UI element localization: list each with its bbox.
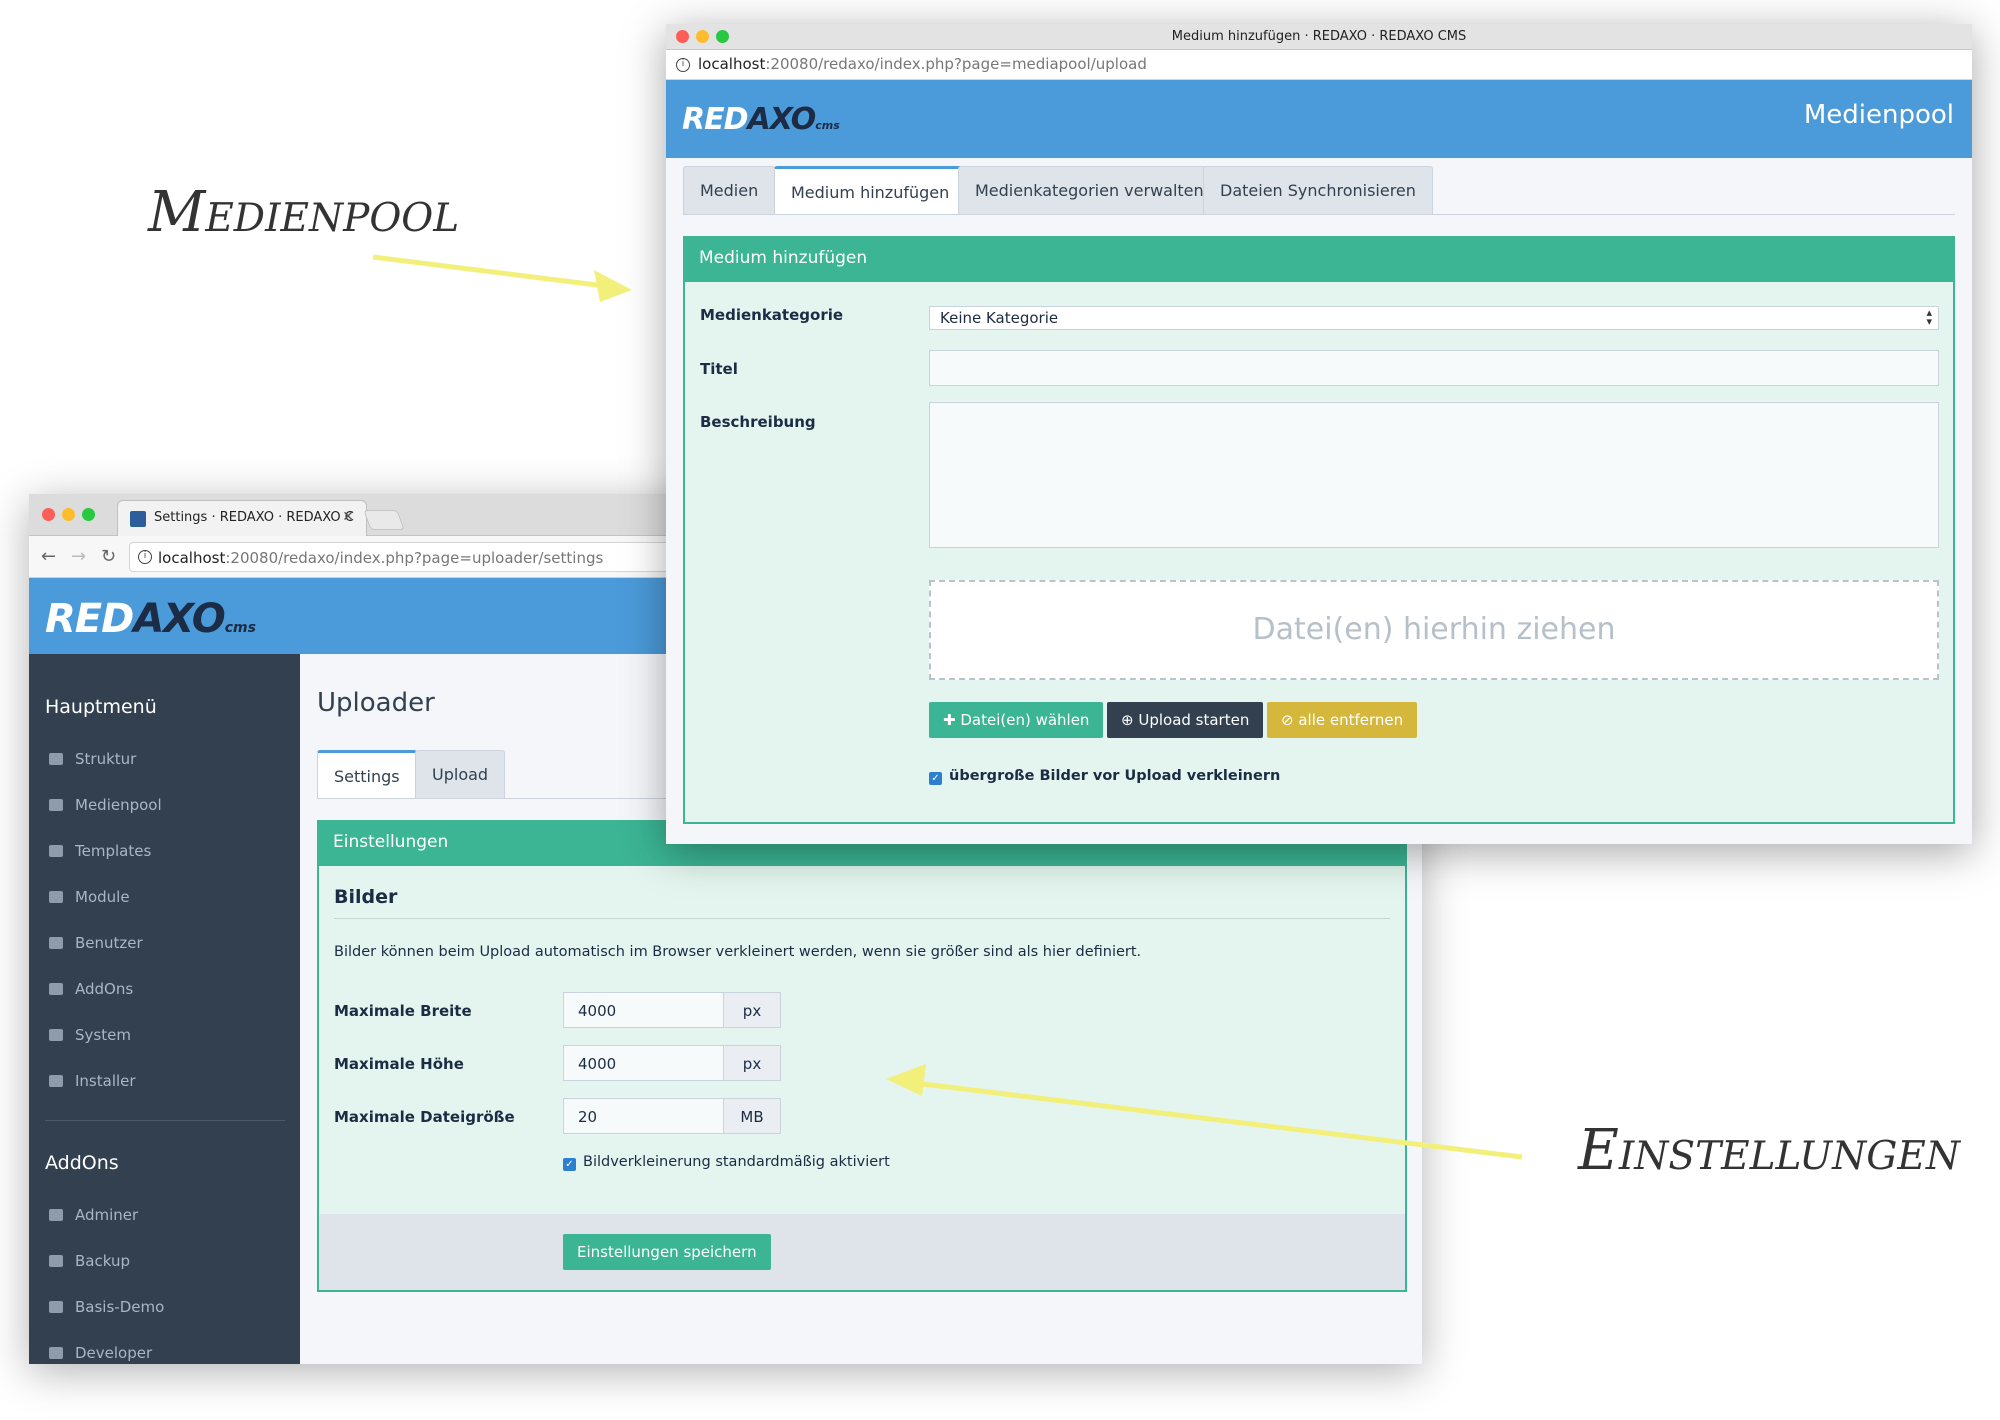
arrow-to-medienpool [372,254,632,302]
arrow-to-einstellungen [886,1064,1523,1160]
annotation-arrows [372,254,1523,1160]
